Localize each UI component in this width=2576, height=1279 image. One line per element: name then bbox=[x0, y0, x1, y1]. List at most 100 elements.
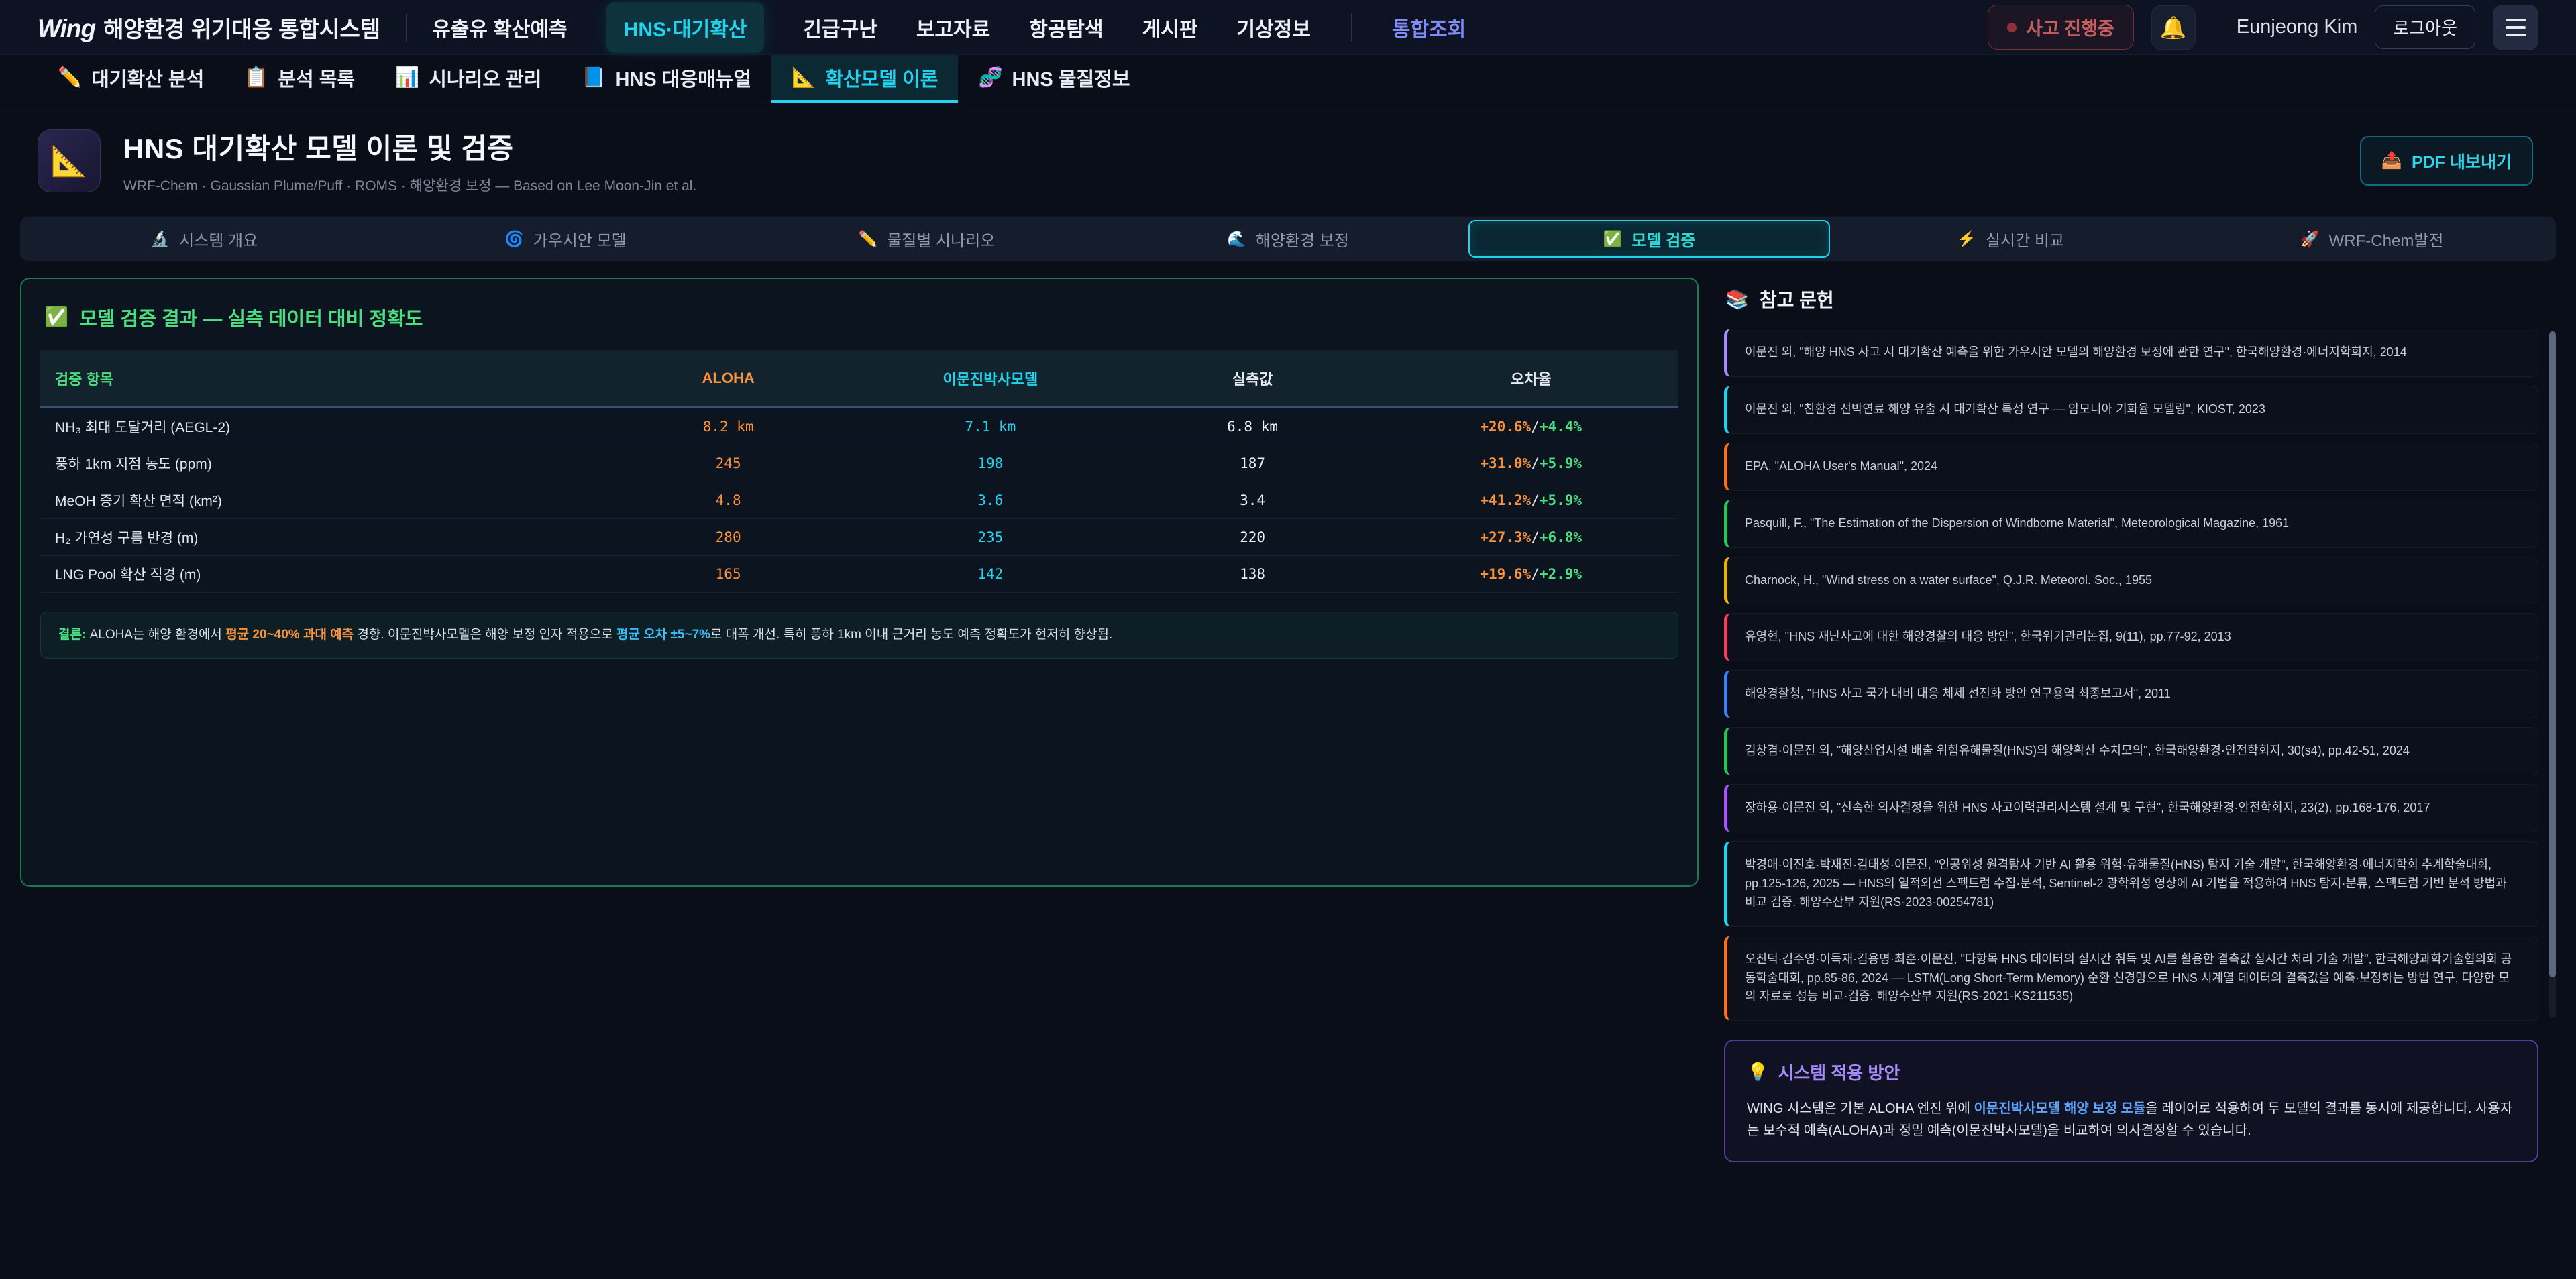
reference-item: 오진덕·김주영·이득재·김용명·최훈·이문진, "다항목 HNS 데이터의 실시… bbox=[1724, 936, 2538, 1021]
references-title: 📚 참고 문헌 bbox=[1725, 286, 2556, 313]
tab-label: 실시간 비교 bbox=[1986, 227, 2064, 251]
cyclone-icon: 🌀 bbox=[504, 230, 524, 248]
nav-item-hns-dispersion[interactable]: HNS·대기확산 bbox=[606, 2, 765, 53]
nav-item-rescue[interactable]: 긴급구난 bbox=[803, 13, 877, 42]
tab-model-validation[interactable]: ✅ 모델 검증 bbox=[1468, 220, 1830, 258]
top-navbar: Wing 해양환경 위기대응 통합시스템 유출유 확산예측 HNS·대기확산 긴… bbox=[0, 0, 2576, 55]
reference-item: 이문진 외, "친환경 선박연료 해양 유출 시 대기확산 특성 연구 — 암모… bbox=[1724, 386, 2538, 434]
row-item-label: 풍하 1km 지점 농도 (ppm) bbox=[40, 445, 597, 482]
reference-item: 유영현, "HNS 재난사고에 대한 해양경찰의 대응 방안", 한국위기관리논… bbox=[1724, 613, 2538, 661]
measured-value: 220 bbox=[1122, 519, 1384, 556]
logout-button[interactable]: 로그아웃 bbox=[2375, 5, 2475, 49]
conclusion-highlight-cyan: 평균 오차 ±5~7% bbox=[616, 628, 710, 642]
application-body: WING 시스템은 기본 ALOHA 엔진 위에 이문진박사모델 해양 보정 모… bbox=[1747, 1098, 2516, 1142]
tab-label: WRF-Chem발전 bbox=[2329, 227, 2444, 251]
divider bbox=[1351, 13, 1352, 42]
tab-substance-scenarios[interactable]: ✏️ 물질별 시나리오 bbox=[746, 220, 1108, 258]
app-logo: Wing 해양환경 위기대응 통합시스템 bbox=[38, 11, 380, 44]
tab-realtime-comparison[interactable]: ⚡ 실시간 비교 bbox=[1830, 220, 2192, 258]
page-header: 📐 HNS 대기확산 모델 이론 및 검증 WRF-Chem · Gaussia… bbox=[0, 103, 2576, 213]
status-dot-icon bbox=[2007, 23, 2017, 32]
nav-item-reports[interactable]: 보고자료 bbox=[916, 13, 990, 42]
error-separator: / bbox=[1531, 455, 1540, 471]
error-model: +6.8% bbox=[1540, 529, 1582, 545]
lightning-icon: ⚡ bbox=[1957, 230, 1976, 248]
pencil-icon: ✏️ bbox=[58, 66, 82, 89]
triangle-ruler-icon: 📐 bbox=[792, 66, 816, 89]
subnav-item-dispersion-analysis[interactable]: ✏️ 대기확산 분석 bbox=[38, 55, 224, 103]
error-model: +2.9% bbox=[1540, 566, 1582, 582]
pdf-export-button[interactable]: 📤 PDF 내보내기 bbox=[2360, 136, 2533, 186]
references-list-wrap: 이문진 외, "해양 HNS 사고 시 대기확산 예측을 위한 가우시안 모델의… bbox=[1724, 329, 2556, 1021]
tab-wrf-chem[interactable]: 🚀 WRF-Chem발전 bbox=[2191, 220, 2553, 258]
model-value: 3.6 bbox=[859, 482, 1122, 519]
reference-item: Pasquill, F., "The Estimation of the Dis… bbox=[1724, 500, 2538, 548]
subnav-item-model-theory[interactable]: 📐 확산모델 이론 bbox=[771, 55, 958, 103]
main-nav: 유출유 확산예측 HNS·대기확산 긴급구난 보고자료 항공탐색 게시판 기상정… bbox=[432, 0, 1466, 54]
nav-item-weather[interactable]: 기상정보 bbox=[1236, 13, 1310, 42]
table-row: NH₃ 최대 도달거리 (AEGL-2) 8.2 km 7.1 km 6.8 k… bbox=[40, 408, 1678, 445]
error-aloha: +20.6% bbox=[1480, 419, 1531, 435]
scrollbar-thumb[interactable] bbox=[2549, 331, 2556, 977]
check-icon: ✅ bbox=[44, 306, 68, 329]
error-rate: +31.0%/+5.9% bbox=[1383, 445, 1678, 482]
error-model: +4.4% bbox=[1540, 419, 1582, 435]
logo-mark: Wing bbox=[38, 15, 95, 43]
error-aloha: +19.6% bbox=[1480, 566, 1531, 582]
dna-icon: 🧬 bbox=[978, 66, 1002, 89]
hamburger-menu-button[interactable] bbox=[2493, 5, 2538, 50]
menu-icon bbox=[2506, 19, 2526, 21]
table-header-row: 검증 항목 ALOHA 이문진박사모델 실측값 오차율 bbox=[40, 350, 1678, 408]
table-row: H₂ 가연성 구름 반경 (m) 280 235 220 +27.3%/+6.8… bbox=[40, 519, 1678, 556]
status-badge-label: 사고 진행중 bbox=[2026, 14, 2114, 40]
aloha-value: 280 bbox=[597, 519, 859, 556]
error-rate: +19.6%/+2.9% bbox=[1383, 556, 1678, 593]
error-separator: / bbox=[1531, 492, 1540, 508]
system-application-card: 💡 시스템 적용 방안 WING 시스템은 기본 ALOHA 엔진 위에 이문진… bbox=[1724, 1040, 2538, 1162]
aloha-value: 4.8 bbox=[597, 482, 859, 519]
page-title: HNS 대기확산 모델 이론 및 검증 bbox=[123, 126, 696, 167]
error-rate: +20.6%/+4.4% bbox=[1383, 408, 1678, 445]
row-item-label: LNG Pool 확산 직경 (m) bbox=[40, 556, 597, 593]
reference-item: 이문진 외, "해양 HNS 사고 시 대기확산 예측을 위한 가우시안 모델의… bbox=[1724, 329, 2538, 377]
chart-icon: 📊 bbox=[395, 66, 419, 89]
references-title-text: 참고 문헌 bbox=[1760, 286, 1834, 313]
application-title: 💡 시스템 적용 방안 bbox=[1747, 1060, 2516, 1085]
notifications-button[interactable]: 🔔 bbox=[2151, 5, 2196, 50]
error-aloha: +31.0% bbox=[1480, 455, 1531, 471]
error-separator: / bbox=[1531, 566, 1540, 582]
application-title-text: 시스템 적용 방안 bbox=[1778, 1060, 1900, 1085]
tab-marine-correction[interactable]: 🌊 해양환경 보정 bbox=[1108, 220, 1469, 258]
section-tabs: 🔬 시스템 개요 🌀 가우시안 모델 ✏️ 물질별 시나리오 🌊 해양환경 보정… bbox=[20, 217, 2556, 261]
column-header-model: 이문진박사모델 bbox=[859, 350, 1122, 408]
aloha-value: 165 bbox=[597, 556, 859, 593]
subnav-item-hns-substance-info[interactable]: 🧬 HNS 물질정보 bbox=[958, 55, 1150, 103]
tab-system-overview[interactable]: 🔬 시스템 개요 bbox=[23, 220, 385, 258]
error-rate: +41.2%/+5.9% bbox=[1383, 482, 1678, 519]
bell-icon: 🔔 bbox=[2160, 15, 2187, 40]
nav-item-aerial-search[interactable]: 항공탐색 bbox=[1029, 13, 1103, 42]
measured-value: 3.4 bbox=[1122, 482, 1384, 519]
validation-table: 검증 항목 ALOHA 이문진박사모델 실측값 오차율 NH₃ 최대 도달거리 … bbox=[40, 350, 1678, 593]
scrollbar-track[interactable] bbox=[2549, 331, 2556, 1018]
subnav-item-analysis-list[interactable]: 📋 분석 목록 bbox=[224, 55, 375, 103]
error-separator: / bbox=[1531, 419, 1540, 435]
tab-gaussian-model[interactable]: 🌀 가우시안 모델 bbox=[385, 220, 747, 258]
measured-value: 187 bbox=[1122, 445, 1384, 482]
sub-navbar: ✏️ 대기확산 분석 📋 분석 목록 📊 시나리오 관리 📘 HNS 대응매뉴얼… bbox=[0, 55, 2576, 103]
right-panel: 📚 참고 문헌 이문진 외, "해양 HNS 사고 시 대기확산 예측을 위한 … bbox=[1724, 278, 2556, 1162]
books-icon: 📚 bbox=[1725, 288, 1749, 311]
subnav-item-hns-manual[interactable]: 📘 HNS 대응매뉴얼 bbox=[561, 55, 771, 103]
nav-item-integrated-search[interactable]: 통합조회 bbox=[1392, 13, 1466, 42]
subnav-label: 시나리오 관리 bbox=[429, 64, 541, 92]
incident-status-badge: 사고 진행중 bbox=[1988, 5, 2134, 50]
model-value: 7.1 km bbox=[859, 408, 1122, 445]
subnav-item-scenario-management[interactable]: 📊 시나리오 관리 bbox=[375, 55, 561, 103]
table-row: 풍하 1km 지점 농도 (ppm) 245 198 187 +31.0%/+5… bbox=[40, 445, 1678, 482]
nav-item-board[interactable]: 게시판 bbox=[1142, 13, 1198, 42]
row-item-label: H₂ 가연성 구름 반경 (m) bbox=[40, 519, 597, 556]
pencil-icon: ✏️ bbox=[859, 230, 878, 248]
subnav-label: 분석 목록 bbox=[278, 64, 355, 92]
nav-item-oil-spill[interactable]: 유출유 확산예측 bbox=[432, 13, 568, 42]
error-rate: +27.3%/+6.8% bbox=[1383, 519, 1678, 556]
